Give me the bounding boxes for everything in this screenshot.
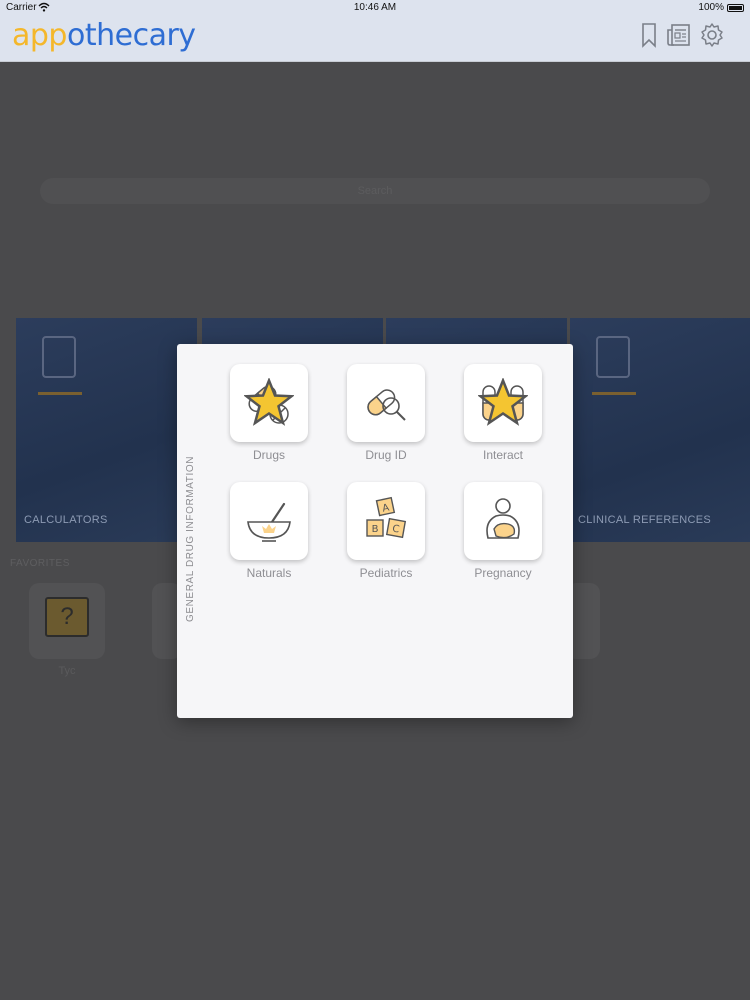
category-label: CALCULATORS bbox=[24, 514, 108, 526]
tile-accent-bar bbox=[592, 392, 636, 395]
general-drug-info-popup: GENERAL DRUG INFORMATION Drugs Drug ID I… bbox=[177, 344, 573, 718]
drug-id-button[interactable] bbox=[347, 364, 425, 442]
news-icon[interactable] bbox=[666, 22, 690, 48]
tile-drug-id[interactable]: Drug ID bbox=[347, 364, 425, 462]
section-label: GENERAL DRUG INFORMATION bbox=[179, 444, 199, 634]
tile-naturals[interactable]: Naturals bbox=[230, 482, 308, 580]
favorite-star-icon bbox=[478, 378, 528, 426]
battery-percent: 100% bbox=[698, 2, 724, 13]
search-bar: Search bbox=[40, 178, 710, 204]
favorite-caption: Tyc bbox=[58, 665, 76, 677]
gear-icon[interactable] bbox=[699, 22, 723, 48]
abc-blocks-icon: A B C bbox=[366, 496, 407, 539]
tile-label: Drug ID bbox=[365, 448, 407, 462]
app-logo[interactable]: appothecary bbox=[12, 18, 196, 53]
clock: 10:46 AM bbox=[353, 2, 397, 13]
bookmark-icon[interactable] bbox=[638, 22, 662, 48]
tile-label: Naturals bbox=[246, 566, 292, 580]
pregnancy-icon bbox=[486, 498, 520, 539]
tile-pediatrics[interactable]: A B C Pediatrics bbox=[347, 482, 425, 580]
stethoscope-icon bbox=[596, 336, 630, 378]
favorites-heading: FAVORITES bbox=[10, 558, 70, 569]
favorite-star-icon bbox=[244, 378, 294, 426]
tile-label: Pregnancy bbox=[474, 566, 532, 580]
tile-label: Pediatrics bbox=[359, 566, 413, 580]
favorite-item: ? bbox=[29, 583, 105, 659]
drugs-button[interactable] bbox=[230, 364, 308, 442]
tile-accent-bar bbox=[38, 392, 82, 395]
section-label-text: GENERAL DRUG INFORMATION bbox=[185, 455, 196, 623]
question-icon: ? bbox=[45, 597, 89, 637]
tile-interact[interactable]: Interact bbox=[464, 364, 542, 462]
category-tile-clinical-references: CLINICAL REFERENCES bbox=[570, 318, 750, 542]
mortar-pestle-icon bbox=[247, 502, 291, 542]
status-bar: Carrier 10:46 AM 100% bbox=[0, 0, 750, 16]
pediatrics-button[interactable]: A B C bbox=[347, 482, 425, 560]
pill-magnifier-icon bbox=[367, 389, 406, 421]
category-tile-calculators: CALCULATORS bbox=[16, 318, 197, 542]
tile-pregnancy[interactable]: Pregnancy bbox=[464, 482, 542, 580]
battery-icon bbox=[727, 4, 744, 12]
interact-button[interactable] bbox=[464, 364, 542, 442]
category-label: CLINICAL REFERENCES bbox=[578, 514, 712, 526]
logo-part-app: app bbox=[12, 18, 67, 53]
svg-text:B: B bbox=[372, 524, 379, 535]
tile-drugs[interactable]: Drugs bbox=[230, 364, 308, 462]
naturals-button[interactable] bbox=[230, 482, 308, 560]
logo-part-othecary: othecary bbox=[66, 18, 196, 53]
tile-label: Interact bbox=[482, 448, 524, 462]
pregnancy-button[interactable] bbox=[464, 482, 542, 560]
tile-label: Drugs bbox=[252, 448, 285, 462]
calculator-icon bbox=[42, 336, 76, 378]
app-header: appothecary bbox=[0, 16, 750, 62]
